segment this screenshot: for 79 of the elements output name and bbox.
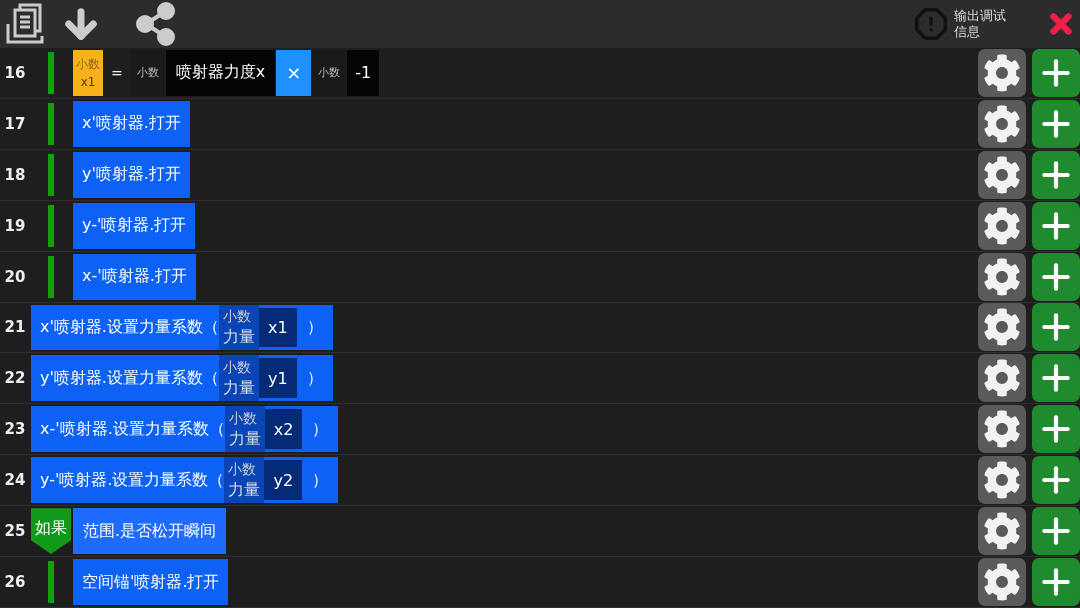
settings-icon [983,104,1021,143]
settings-button[interactable] [978,303,1026,352]
statement-text: x'喷射器.设置力量系数（ [40,316,219,338]
close-paren: ） [311,468,330,491]
add-button[interactable] [1032,99,1080,148]
statement-block[interactable]: x'喷射器.打开 [73,100,190,147]
settings-button[interactable] [978,99,1026,148]
statement-text: y-'喷射器.设置力量系数（ [40,468,225,491]
add-button[interactable] [1032,150,1080,199]
settings-button[interactable] [978,405,1026,454]
settings-icon [983,563,1021,602]
assign-operator: = [110,63,124,83]
settings-icon [983,206,1021,245]
add-button[interactable] [1032,405,1080,454]
statement-block[interactable]: y'喷射器.打开 [73,151,190,198]
if-tag[interactable]: 如果 [31,508,71,555]
value-block[interactable]: -1 [347,50,380,96]
add-button[interactable] [1032,456,1080,505]
add-button[interactable] [1032,252,1080,301]
variable-block[interactable]: 小数 x1 [73,50,103,96]
line-number: 20 [3,267,27,286]
add-button[interactable] [1032,507,1080,556]
line-number: 22 [3,369,27,388]
settings-icon [983,512,1021,551]
add-button[interactable] [1032,201,1080,250]
line-number: 26 [3,573,27,592]
add-button[interactable] [1032,48,1080,97]
statement-block[interactable]: 空间锚'喷射器.打开 [73,559,229,605]
statement-block[interactable]: x-'喷射器.打开 [73,253,196,300]
settings-button[interactable] [978,201,1026,250]
settings-icon [983,461,1021,500]
statement-text: x-'喷射器.设置力量系数（ [40,417,225,440]
close-paren: ） [311,417,330,440]
settings-button[interactable] [978,354,1026,403]
line-number: 19 [3,216,27,235]
condition-block[interactable]: 范围.是否松开瞬间 [73,508,227,555]
settings-icon [983,410,1021,449]
settings-icon [983,155,1021,194]
share-icon[interactable] [134,2,178,46]
value-block[interactable]: 喷射器力度x [165,50,276,96]
line-number: 17 [3,114,27,133]
statement-text: y'喷射器.设置力量系数（ [40,366,219,389]
param-type: 小数 [228,459,258,479]
statement-block[interactable]: y-'喷射器.打开 [73,202,196,249]
param-type: 小数 [228,408,258,428]
add-button[interactable] [1032,303,1080,352]
close-paren: ） [305,366,324,389]
param-type: 小数 [222,357,252,377]
add-button[interactable] [1032,354,1080,403]
settings-button[interactable] [978,507,1026,556]
param-name: 力量 [228,427,261,450]
param-value[interactable]: y1 [258,358,297,399]
param-value[interactable]: x2 [264,409,303,450]
settings-icon [983,257,1021,296]
line-number: 25 [3,522,27,541]
type-tag: 小数 [312,50,347,96]
close-paren: ） [305,316,324,338]
param-value[interactable]: x1 [258,307,297,348]
line-number: 24 [3,471,27,490]
param-value[interactable]: y2 [264,460,303,501]
type-tag: 小数 [130,50,165,96]
param-name: 力量 [228,478,261,501]
settings-icon [983,359,1021,398]
settings-button[interactable] [978,252,1026,301]
line-number: 23 [3,420,27,439]
param-name: 力量 [222,326,255,348]
settings-button[interactable] [978,558,1026,607]
debug-output-label[interactable]: 输出调试信息 [954,8,1014,40]
settings-icon [983,308,1021,347]
param-name: 力量 [222,376,255,399]
line-number: 21 [3,318,27,337]
settings-icon [983,53,1021,92]
line-number: 16 [3,63,27,82]
param-type: 小数 [222,307,252,326]
settings-button[interactable] [978,456,1026,505]
add-button[interactable] [1032,558,1080,607]
settings-button[interactable] [978,48,1026,97]
line-number: 18 [3,165,27,184]
settings-button[interactable] [978,150,1026,199]
